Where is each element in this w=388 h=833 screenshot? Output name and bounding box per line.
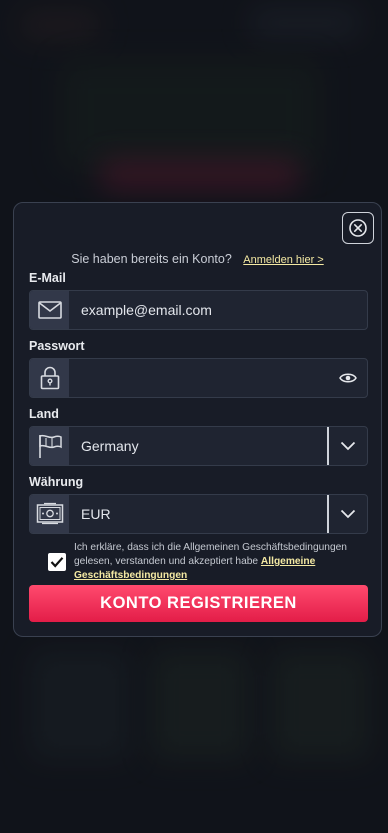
password-field[interactable] [69, 359, 329, 397]
envelope-icon [30, 291, 69, 329]
currency-label: Währung [29, 475, 84, 489]
terms-row: Ich erkläre, dass ich die Allgemeinen Ge… [29, 541, 369, 583]
login-link[interactable]: Anmelden hier > [243, 254, 323, 266]
chevron-down-icon [340, 509, 356, 519]
country-label: Land [29, 407, 59, 421]
register-button[interactable]: KONTO REGISTRIEREN [29, 585, 368, 622]
chevron-down-icon [340, 441, 356, 451]
country-dropdown-button[interactable] [327, 427, 367, 465]
banknote-icon [30, 495, 69, 533]
terms-text-block: Ich erkläre, dass ich die Allgemeinen Ge… [74, 541, 369, 583]
lock-icon [30, 359, 69, 397]
email-field-wrapper [29, 290, 368, 330]
login-prompt-text: Sie haben bereits ein Konto? [71, 252, 232, 266]
registration-modal: Sie haben bereits ein Konto? Anmelden hi… [13, 202, 382, 637]
password-field-wrapper [29, 358, 368, 398]
close-icon [349, 219, 367, 237]
show-password-toggle[interactable] [329, 372, 367, 384]
currency-value: EUR [81, 506, 111, 522]
currency-select[interactable]: EUR [29, 494, 368, 534]
password-label: Passwort [29, 339, 85, 353]
eye-icon [339, 373, 357, 383]
close-button[interactable] [342, 212, 374, 244]
terms-checkbox[interactable] [48, 553, 66, 571]
email-label: E-Mail [29, 271, 66, 285]
currency-dropdown-button[interactable] [327, 495, 367, 533]
checkmark-icon [50, 557, 64, 568]
login-prompt: Sie haben bereits ein Konto? Anmelden hi… [14, 252, 381, 266]
email-field[interactable] [69, 291, 367, 329]
country-select[interactable]: Germany [29, 426, 368, 466]
flag-icon [30, 427, 69, 465]
country-value: Germany [81, 438, 139, 454]
